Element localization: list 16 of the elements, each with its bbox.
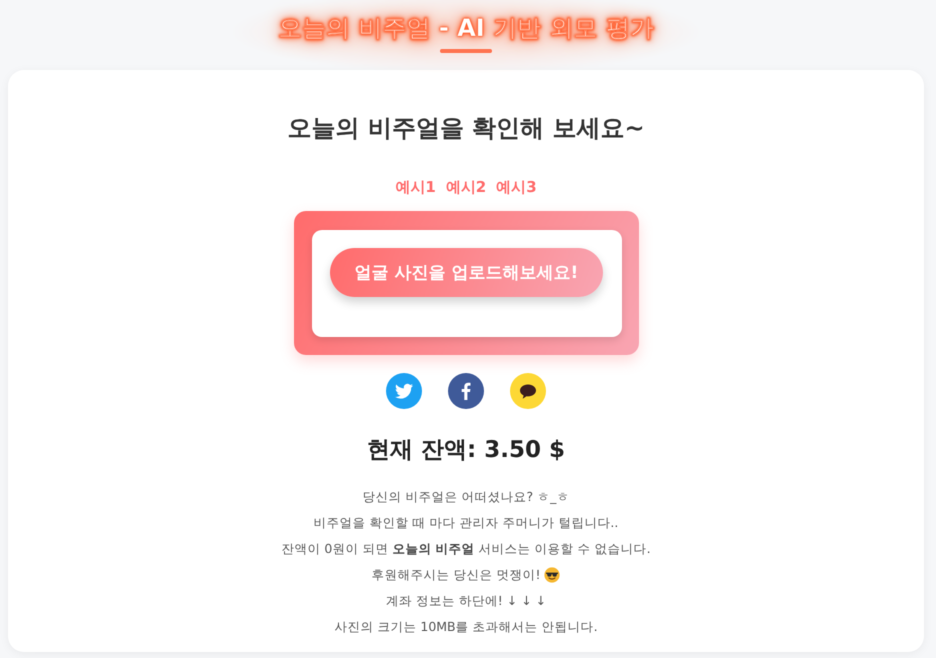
notice-text: 잔액이 0원이 되면 오늘의 비주얼 서비스는 이용할 수 없습니다. (281, 540, 651, 558)
notice-text: 사진의 크기는 10MB를 초과해서는 안됩니다. (334, 618, 598, 636)
section-heading: 오늘의 비주얼을 확인해 보세요~ (287, 113, 645, 144)
letter-f-icon[interactable] (448, 373, 484, 409)
notice-text: 당신의 비주얼은 어떠셨나요? ㅎ_ㅎ (362, 488, 570, 506)
notice-text: 후원해주시는 당신은 멋쟁이! (372, 566, 540, 584)
notice-text: 비주얼을 확인할 때 마다 관리자 주머니가 털립니다.. (314, 514, 618, 532)
upload-button[interactable]: 얼굴 사진을 업로드해보세요! (330, 248, 603, 297)
balance-text: 현재 잔액: 3.50 $ (367, 436, 565, 465)
example-link[interactable]: 예시2 (446, 177, 486, 197)
sunglasses-face-icon (544, 567, 560, 583)
bird-icon[interactable] (386, 373, 422, 409)
example-link[interactable]: 예시3 (496, 177, 537, 197)
chat-bubble-icon[interactable] (510, 373, 546, 409)
notice-text: 계좌 정보는 하단에! ↓ ↓ ↓ (386, 592, 546, 610)
example-link[interactable]: 예시1 (395, 177, 436, 197)
